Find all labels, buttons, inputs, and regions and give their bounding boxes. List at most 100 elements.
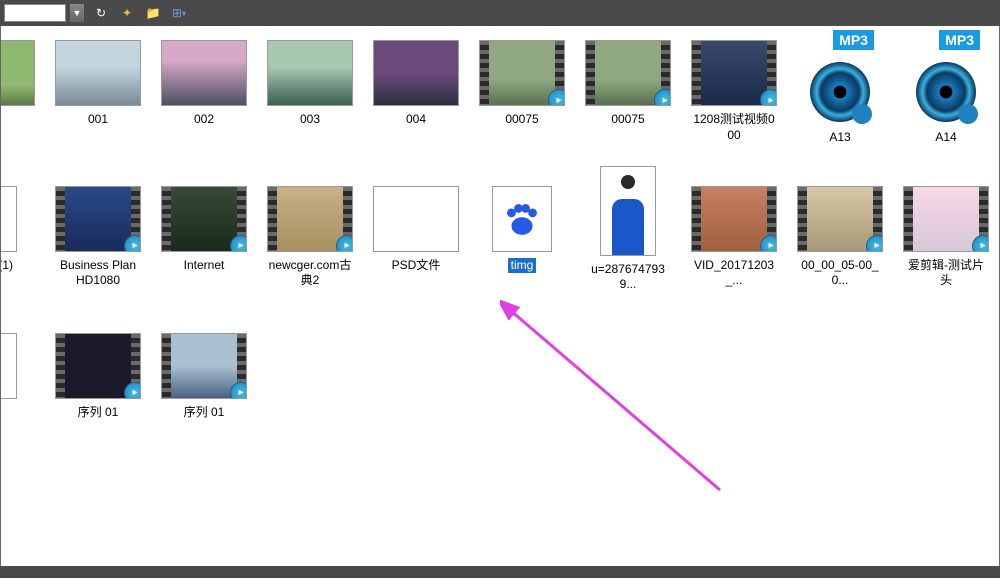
- file-item[interactable]: ▸ 爱剪辑-测试片头: [903, 186, 989, 289]
- film-strip-icon: [162, 187, 171, 251]
- file-item[interactable]: 频: [0, 333, 35, 421]
- file-label: 序列 01: [55, 405, 141, 421]
- thumbnail: ▸: [691, 40, 777, 106]
- file-item[interactable]: ▸ Internet: [161, 186, 247, 274]
- file-label: PSD文件: [373, 258, 459, 274]
- file-item[interactable]: ▸ VID_20171203_...: [691, 186, 777, 289]
- thumbnail: ▸: [585, 40, 671, 106]
- thumbnail: ▸: [161, 186, 247, 252]
- file-item[interactable]: ▸ 00075: [585, 40, 671, 128]
- mp3-badge: MP3: [939, 30, 980, 50]
- file-label: VID_20171203_...: [691, 258, 777, 289]
- thumbnail: ▸: [55, 186, 141, 252]
- video-badge-icon: ▸: [230, 382, 247, 399]
- file-item[interactable]: ▸ 序列 01: [161, 333, 247, 421]
- file-label: 004: [373, 112, 459, 128]
- film-strip-icon: [268, 187, 277, 251]
- view-mode-icon[interactable]: ⊞▾: [170, 4, 188, 22]
- file-label: 003: [267, 112, 353, 128]
- thumbnail: [267, 40, 353, 106]
- film-strip-icon: [56, 334, 65, 398]
- video-badge-icon: ▸: [760, 89, 777, 106]
- film-strip-icon: [56, 187, 65, 251]
- file-label: 001: [55, 112, 141, 128]
- file-item[interactable]: ▸ 00075: [479, 40, 565, 128]
- file-row: 频▸序列 01▸序列 01: [9, 333, 991, 421]
- file-label: 00_00_05-00_0...: [797, 258, 883, 289]
- thumbnail: [600, 166, 656, 256]
- video-badge-icon: ▸: [760, 235, 777, 252]
- file-label: timg: [508, 258, 537, 274]
- file-item[interactable]: ▸ 序列 01: [55, 333, 141, 421]
- thumbnail: [0, 186, 17, 252]
- file-item[interactable]: 001: [55, 40, 141, 128]
- video-badge-icon: ▸: [124, 382, 141, 399]
- file-item[interactable]: 004: [373, 40, 459, 128]
- folder-up-icon[interactable]: ✦: [118, 4, 136, 22]
- thumbnail: [0, 333, 17, 399]
- file-item[interactable]: 003: [267, 40, 353, 128]
- film-strip-icon: [692, 187, 701, 251]
- file-item[interactable]: 002: [161, 40, 247, 128]
- file-item[interactable]: ▸ newcger.com古典2: [267, 186, 353, 289]
- thumbnail: ▸: [161, 333, 247, 399]
- thumbnail: ▸: [479, 40, 565, 106]
- file-browser-content[interactable]: 001002003004▸00075▸00075▸1208测试视频000MP3A…: [0, 26, 1000, 566]
- film-strip-icon: [798, 187, 807, 251]
- file-label: Business Plan HD1080: [55, 258, 141, 289]
- thumbnail: [161, 40, 247, 106]
- file-item[interactable]: u=2876747939...: [585, 186, 671, 293]
- video-badge-icon: ▸: [336, 235, 353, 252]
- file-item[interactable]: ▸ 1208测试视频000: [691, 40, 777, 143]
- file-item[interactable]: timg: [479, 186, 565, 277]
- file-item[interactable]: [0, 40, 35, 112]
- path-dropdown[interactable]: ▼: [70, 4, 84, 22]
- film-strip-icon: [692, 41, 701, 105]
- thumbnail: [373, 186, 459, 252]
- file-item[interactable]: ▸ Business Plan HD1080: [55, 186, 141, 289]
- refresh-icon[interactable]: ↻: [92, 4, 110, 22]
- thumbnail: ▸: [55, 333, 141, 399]
- file-label: 00075: [585, 112, 671, 128]
- film-strip-icon: [480, 41, 489, 105]
- file-label: Internet: [161, 258, 247, 274]
- bottom-bar: [0, 566, 1000, 578]
- file-item[interactable]: Plan (1): [0, 186, 35, 274]
- file-label: u=2876747939...: [585, 262, 671, 293]
- video-badge-icon: ▸: [972, 235, 989, 252]
- file-label: A14: [903, 130, 989, 146]
- file-label: 00075: [479, 112, 565, 128]
- file-row: Plan (1)▸Business Plan HD1080▸Internet▸n…: [9, 186, 991, 293]
- file-label: 爱剪辑-测试片头: [903, 258, 989, 289]
- toolbar: ▼ ↻ ✦ 📁 ⊞▾: [0, 0, 1000, 26]
- file-label: 1208测试视频000: [691, 112, 777, 143]
- file-label: newcger.com古典2: [267, 258, 353, 289]
- thumbnail: ▸: [267, 186, 353, 252]
- path-selector[interactable]: [4, 4, 66, 22]
- video-badge-icon: ▸: [866, 235, 883, 252]
- thumbnail: [492, 186, 552, 252]
- video-badge-icon: ▸: [548, 89, 565, 106]
- video-badge-icon: ▸: [124, 235, 141, 252]
- thumbnail: [373, 40, 459, 106]
- thumbnail: ▸: [797, 186, 883, 252]
- video-badge-icon: ▸: [654, 89, 671, 106]
- file-label: A13: [797, 130, 883, 146]
- mp3-badge: MP3: [833, 30, 874, 50]
- file-label: 002: [161, 112, 247, 128]
- file-label: 频: [0, 405, 35, 421]
- file-item[interactable]: PSD文件: [373, 186, 459, 274]
- file-item[interactable]: MP3A13: [797, 40, 883, 146]
- disc-icon: [916, 62, 976, 122]
- file-item[interactable]: MP3A14: [903, 40, 989, 146]
- thumbnail: [55, 40, 141, 106]
- folder-open-icon[interactable]: 📁: [144, 4, 162, 22]
- file-label: 序列 01: [161, 405, 247, 421]
- thumbnail: ▸: [903, 186, 989, 252]
- film-strip-icon: [586, 41, 595, 105]
- file-row: 001 002 003 004 ▸ 00075 ▸ 00075 ▸ 1208测试视频000 MP3A…: [9, 40, 991, 146]
- file-item[interactable]: ▸ 00_00_05-00_0...: [797, 186, 883, 289]
- video-badge-icon: ▸: [230, 235, 247, 252]
- file-label: Plan (1): [0, 258, 35, 274]
- thumbnail: ▸: [691, 186, 777, 252]
